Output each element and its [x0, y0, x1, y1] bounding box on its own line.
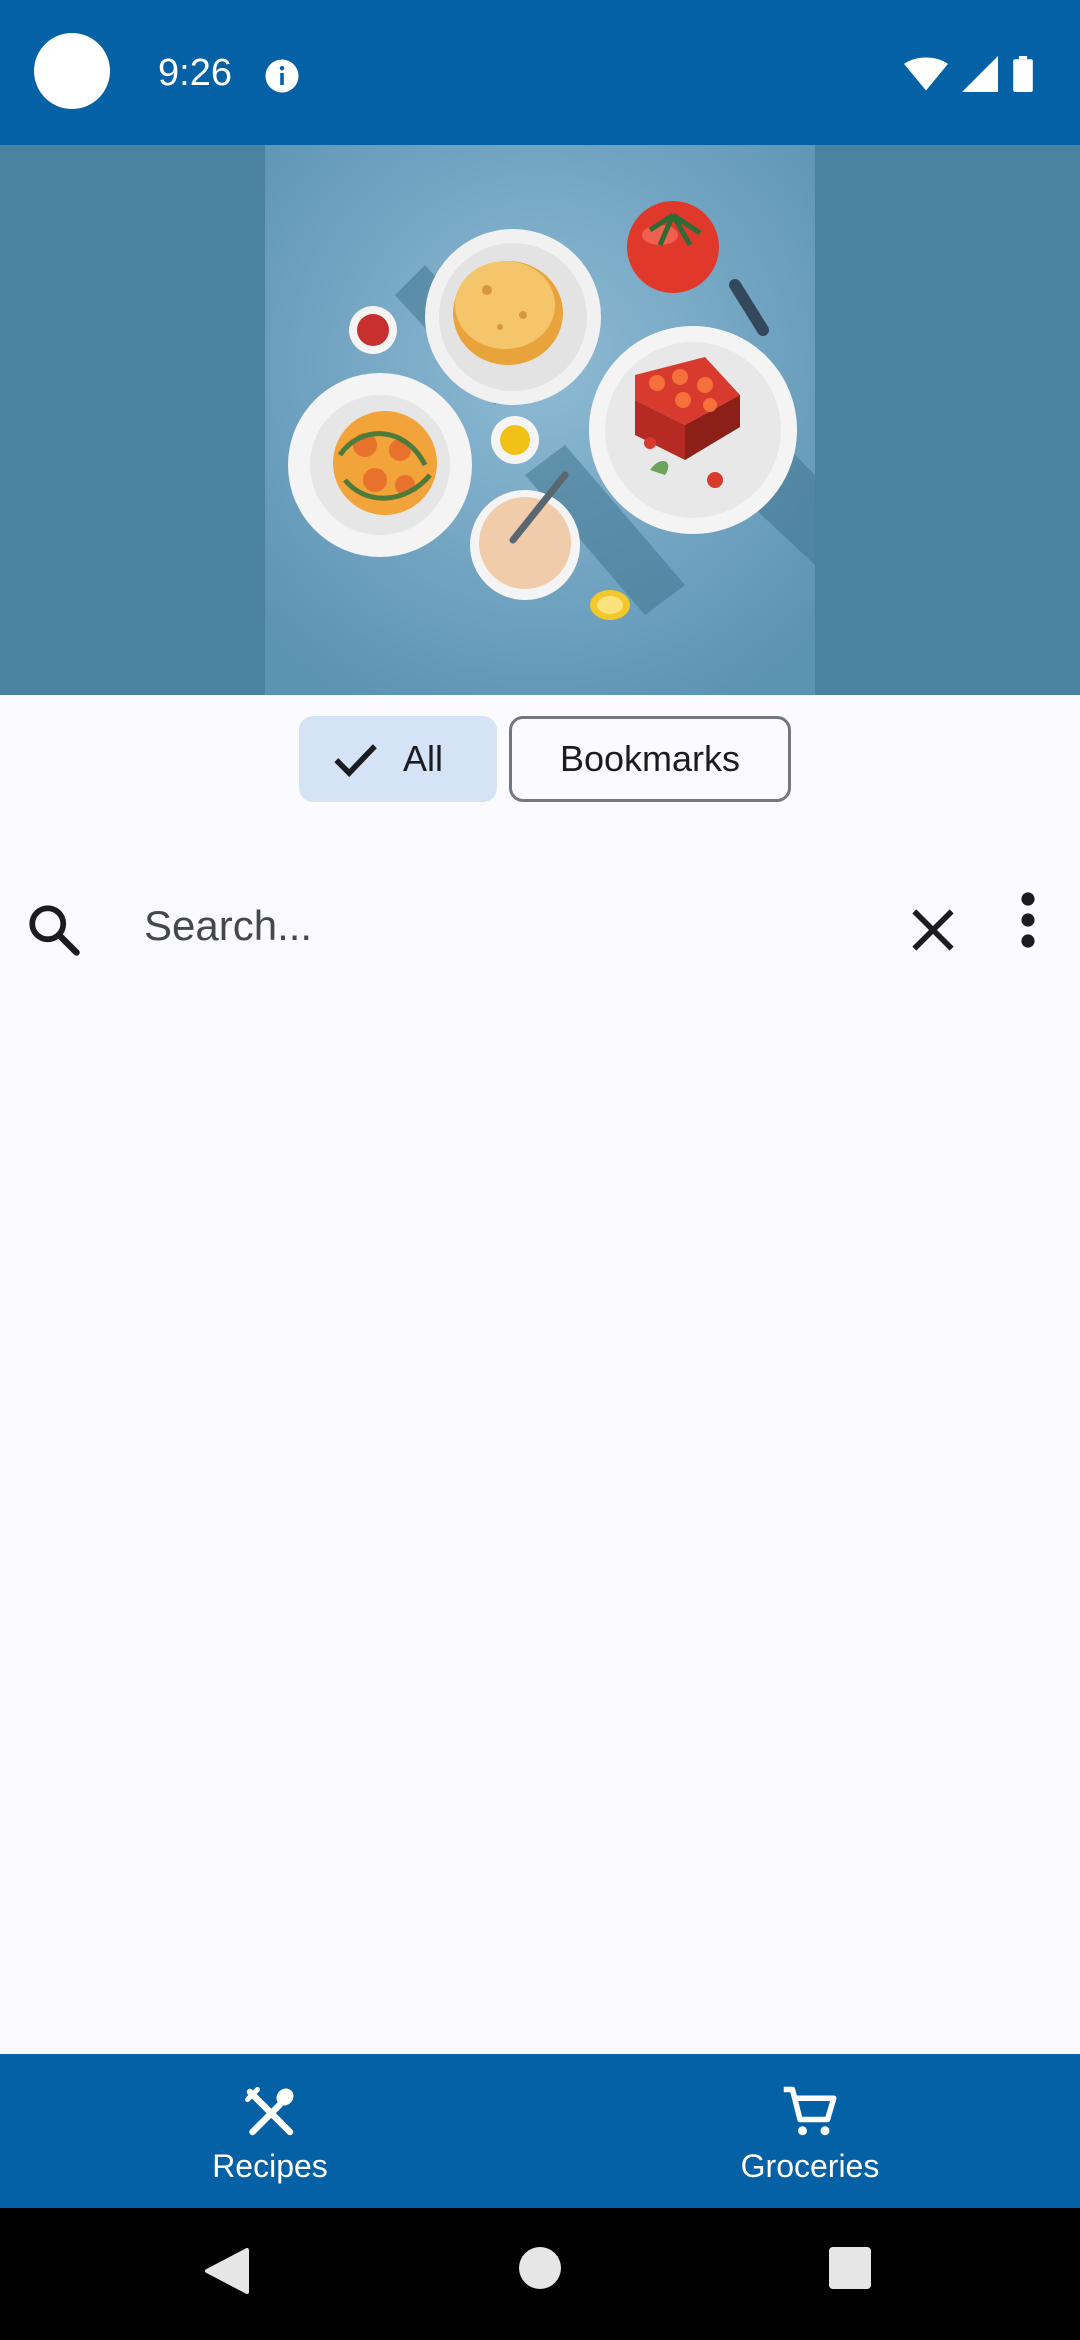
camera-cutout [34, 33, 110, 109]
search-bar [0, 870, 1080, 980]
close-icon[interactable] [905, 902, 961, 958]
wifi-icon [904, 57, 948, 91]
bottom-navigation: Recipes Groceries [0, 2054, 1080, 2208]
signal-icon [962, 56, 998, 92]
nav-item-groceries[interactable]: Groceries [540, 2054, 1080, 2208]
home-button[interactable] [518, 2246, 562, 2290]
filter-chip-all[interactable]: All [299, 716, 497, 802]
nav-label: Groceries [740, 2148, 880, 2184]
battery-icon [1013, 56, 1033, 92]
cart-icon [783, 2086, 837, 2136]
filter-chips: All Bookmarks [0, 716, 1080, 806]
filter-chip-bookmarks[interactable]: Bookmarks [509, 716, 791, 802]
nav-item-recipes[interactable]: Recipes [0, 2054, 540, 2208]
filter-chip-label: Bookmarks [559, 738, 741, 779]
search-input[interactable] [142, 892, 866, 960]
system-navigation-bar [0, 2208, 1080, 2340]
info-icon [265, 59, 299, 93]
more-vert-icon[interactable] [1010, 890, 1046, 950]
filter-chip-label: All [403, 738, 444, 779]
search-icon[interactable] [24, 900, 84, 960]
status-icons [904, 54, 1034, 94]
status-time: 9:26 [158, 52, 232, 94]
recents-button[interactable] [828, 2246, 872, 2290]
restaurant-icon [245, 2087, 294, 2136]
food-plates-illustration [265, 145, 815, 695]
header-image [0, 145, 1080, 695]
status-bar: 9:26 [0, 0, 1080, 145]
back-button[interactable] [203, 2246, 249, 2296]
nav-label: Recipes [212, 2148, 328, 2184]
check-icon [334, 744, 377, 778]
